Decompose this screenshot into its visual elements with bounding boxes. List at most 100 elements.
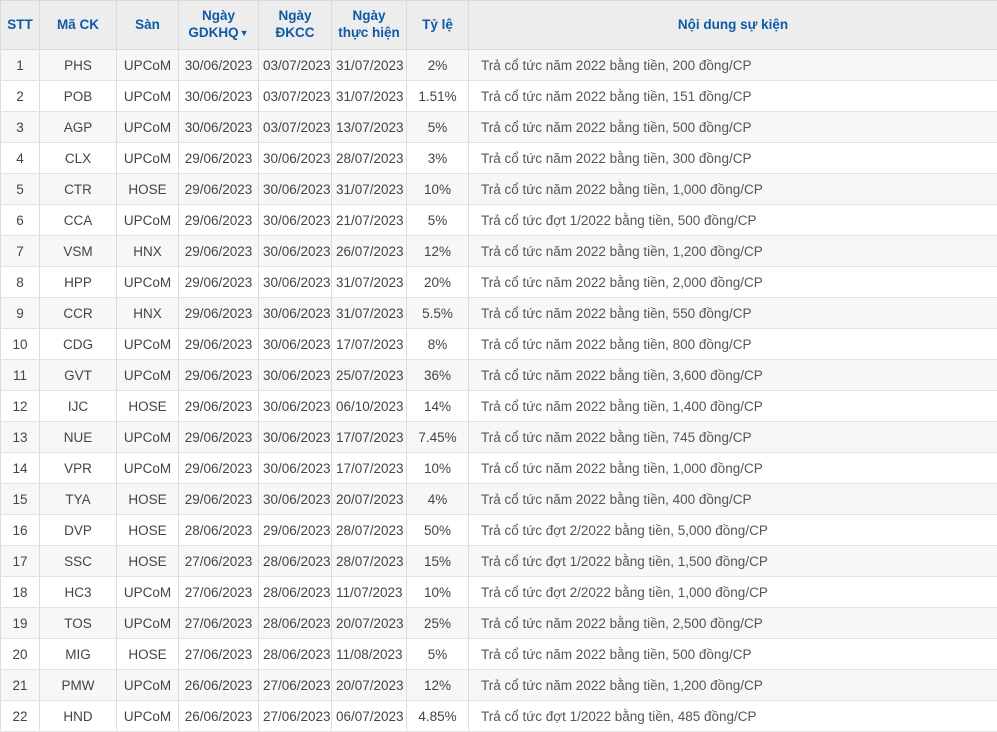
cell-stock-code[interactable]: HPP [40, 267, 117, 298]
cell-record-date: 28/06/2023 [259, 577, 332, 608]
cell-stock-code[interactable]: SSC [40, 546, 117, 577]
cell-stock-code[interactable]: TOS [40, 608, 117, 639]
header-cell-stock-code[interactable]: Mã CK [40, 1, 117, 50]
cell-ratio: 5% [407, 205, 469, 236]
cell-stock-code[interactable]: CCA [40, 205, 117, 236]
cell-ex-dividend-date: 29/06/2023 [179, 329, 259, 360]
cell-ratio: 1.51% [407, 81, 469, 112]
cell-ex-dividend-date: 29/06/2023 [179, 267, 259, 298]
cell-stock-code[interactable]: CLX [40, 143, 117, 174]
cell-exchange: HOSE [117, 515, 179, 546]
cell-exchange: HOSE [117, 546, 179, 577]
cell-event-content: Trả cổ tức năm 2022 bằng tiền, 1,200 đồn… [469, 670, 997, 701]
cell-stock-code[interactable]: PMW [40, 670, 117, 701]
cell-exchange: UPCoM [117, 608, 179, 639]
cell-stock-code[interactable]: IJC [40, 391, 117, 422]
cell-record-date: 30/06/2023 [259, 329, 332, 360]
table-row: 19 TOS UPCoM 27/06/2023 28/06/2023 20/07… [1, 608, 997, 639]
cell-stock-code[interactable]: GVT [40, 360, 117, 391]
cell-event-content: Trả cổ tức đợt 1/2022 bằng tiền, 485 đồn… [469, 701, 997, 732]
table-row: 1 PHS UPCoM 30/06/2023 03/07/2023 31/07/… [1, 50, 997, 81]
cell-exchange: HOSE [117, 174, 179, 205]
cell-ex-dividend-date: 29/06/2023 [179, 453, 259, 484]
cell-event-content: Trả cổ tức năm 2022 bằng tiền, 400 đồng/… [469, 484, 997, 515]
table-body: 1 PHS UPCoM 30/06/2023 03/07/2023 31/07/… [1, 50, 997, 732]
cell-ex-dividend-date: 27/06/2023 [179, 608, 259, 639]
cell-execution-date: 13/07/2023 [332, 112, 407, 143]
cell-record-date: 27/06/2023 [259, 670, 332, 701]
table-row: 11 GVT UPCoM 29/06/2023 30/06/2023 25/07… [1, 360, 997, 391]
header-cell-ratio[interactable]: Tỷ lệ [407, 1, 469, 50]
cell-execution-date: 17/07/2023 [332, 453, 407, 484]
cell-record-date: 30/06/2023 [259, 143, 332, 174]
header-cell-exchange[interactable]: Sàn [117, 1, 179, 50]
cell-stock-code[interactable]: VSM [40, 236, 117, 267]
cell-ex-dividend-date: 30/06/2023 [179, 81, 259, 112]
cell-ex-dividend-date: 26/06/2023 [179, 701, 259, 732]
cell-ex-dividend-date: 29/06/2023 [179, 298, 259, 329]
cell-stock-code[interactable]: TYA [40, 484, 117, 515]
cell-stt: 13 [1, 422, 40, 453]
cell-ex-dividend-date: 29/06/2023 [179, 422, 259, 453]
header-cell-stt[interactable]: STT [1, 1, 40, 50]
cell-execution-date: 25/07/2023 [332, 360, 407, 391]
cell-stock-code[interactable]: CCR [40, 298, 117, 329]
cell-exchange: UPCoM [117, 701, 179, 732]
cell-exchange: UPCoM [117, 422, 179, 453]
cell-stock-code[interactable]: VPR [40, 453, 117, 484]
cell-stock-code[interactable]: CTR [40, 174, 117, 205]
cell-stt: 15 [1, 484, 40, 515]
header-cell-event-content[interactable]: Nội dung sự kiện [469, 1, 997, 50]
sort-desc-icon: ▼ [240, 28, 249, 38]
cell-stock-code[interactable]: AGP [40, 112, 117, 143]
cell-ratio: 25% [407, 608, 469, 639]
cell-ratio: 12% [407, 236, 469, 267]
header-cell-record-date[interactable]: Ngày ĐKCC [259, 1, 332, 50]
cell-event-content: Trả cổ tức năm 2022 bằng tiền, 500 đồng/… [469, 639, 997, 670]
cell-stock-code[interactable]: HND [40, 701, 117, 732]
cell-event-content: Trả cổ tức năm 2022 bằng tiền, 1,000 đồn… [469, 174, 997, 205]
cell-stt: 18 [1, 577, 40, 608]
cell-record-date: 30/06/2023 [259, 391, 332, 422]
cell-stt: 14 [1, 453, 40, 484]
cell-execution-date: 06/10/2023 [332, 391, 407, 422]
cell-stock-code[interactable]: DVP [40, 515, 117, 546]
cell-ex-dividend-date: 29/06/2023 [179, 360, 259, 391]
cell-stock-code[interactable]: HC3 [40, 577, 117, 608]
cell-exchange: HNX [117, 236, 179, 267]
table-row: 14 VPR UPCoM 29/06/2023 30/06/2023 17/07… [1, 453, 997, 484]
cell-stock-code[interactable]: CDG [40, 329, 117, 360]
cell-event-content: Trả cổ tức năm 2022 bằng tiền, 800 đồng/… [469, 329, 997, 360]
cell-ratio: 12% [407, 670, 469, 701]
cell-event-content: Trả cổ tức năm 2022 bằng tiền, 200 đồng/… [469, 50, 997, 81]
table-row: 22 HND UPCoM 26/06/2023 27/06/2023 06/07… [1, 701, 997, 732]
table-row: 9 CCR HNX 29/06/2023 30/06/2023 31/07/20… [1, 298, 997, 329]
cell-record-date: 30/06/2023 [259, 205, 332, 236]
table-header-row: STT Mã CK Sàn Ngày GDKHQ▼ Ngày ĐKCC Ngày… [1, 1, 997, 50]
cell-execution-date: 21/07/2023 [332, 205, 407, 236]
table-header: STT Mã CK Sàn Ngày GDKHQ▼ Ngày ĐKCC Ngày… [1, 1, 997, 50]
cell-execution-date: 31/07/2023 [332, 174, 407, 205]
cell-stt: 9 [1, 298, 40, 329]
header-cell-ex-dividend-date[interactable]: Ngày GDKHQ▼ [179, 1, 259, 50]
cell-exchange: UPCoM [117, 112, 179, 143]
cell-record-date: 30/06/2023 [259, 267, 332, 298]
cell-ratio: 5% [407, 112, 469, 143]
cell-stock-code[interactable]: NUE [40, 422, 117, 453]
cell-event-content: Trả cổ tức năm 2022 bằng tiền, 3,600 đồn… [469, 360, 997, 391]
cell-exchange: UPCoM [117, 81, 179, 112]
cell-record-date: 03/07/2023 [259, 112, 332, 143]
header-cell-execution-date[interactable]: Ngày thực hiện [332, 1, 407, 50]
table-row: 15 TYA HOSE 29/06/2023 30/06/2023 20/07/… [1, 484, 997, 515]
cell-execution-date: 28/07/2023 [332, 515, 407, 546]
cell-stock-code[interactable]: MIG [40, 639, 117, 670]
cell-ex-dividend-date: 29/06/2023 [179, 484, 259, 515]
cell-execution-date: 20/07/2023 [332, 484, 407, 515]
cell-record-date: 28/06/2023 [259, 608, 332, 639]
cell-stock-code[interactable]: PHS [40, 50, 117, 81]
cell-stock-code[interactable]: POB [40, 81, 117, 112]
cell-stt: 4 [1, 143, 40, 174]
cell-event-content: Trả cổ tức năm 2022 bằng tiền, 745 đồng/… [469, 422, 997, 453]
cell-ratio: 3% [407, 143, 469, 174]
table-row: 6 CCA UPCoM 29/06/2023 30/06/2023 21/07/… [1, 205, 997, 236]
